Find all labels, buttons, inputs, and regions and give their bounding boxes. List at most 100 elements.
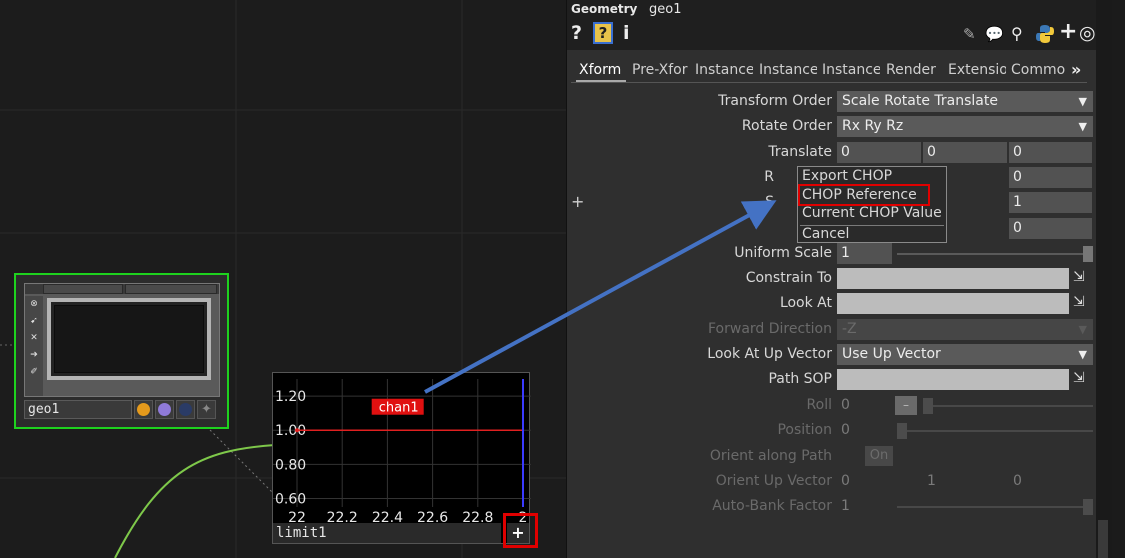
display-flag-icon[interactable] xyxy=(158,403,171,416)
param-transform-order: Transform Order Scale Rotate Translate ▼ xyxy=(567,91,1097,113)
param-forward-direction: Forward Direction -Z ▼ xyxy=(567,319,1097,341)
comment-icon[interactable]: 💬 xyxy=(985,25,1004,43)
pivot-z-field[interactable]: 0 xyxy=(1009,218,1093,239)
param-label: Look At xyxy=(779,295,832,311)
menu-value: Scale Rotate Translate xyxy=(842,93,998,109)
op-pick-icon[interactable]: ⇲ xyxy=(1073,269,1093,289)
roll-handle[interactable] xyxy=(923,398,933,414)
brush-icon[interactable]: ✐ xyxy=(25,364,43,381)
forward-direction-menu[interactable]: -Z ▼ xyxy=(837,319,1093,340)
x-tick-label: 22.2 xyxy=(327,510,358,523)
position-handle[interactable] xyxy=(897,423,907,439)
pin-icon[interactable]: ➹ xyxy=(25,313,43,330)
limit1-name[interactable]: limit1 xyxy=(273,523,501,543)
roll-field[interactable]: 0 xyxy=(837,395,877,416)
uniform-scale-slider[interactable] xyxy=(897,253,1093,255)
series-point xyxy=(295,428,299,433)
target-icon[interactable]: ◎ xyxy=(1079,22,1096,44)
parameter-panel: Geometry geo1 ? ? i ✎ 💬 ⚲ + ◎ Xform Pre-… xyxy=(566,0,1112,558)
param-orient-up-vector: Orient Up Vector 0 1 0 xyxy=(567,471,1097,493)
menu-item-export-chop[interactable]: Export CHOP xyxy=(802,168,892,184)
param-label: Look At Up Vector xyxy=(707,346,832,362)
transform-order-menu[interactable]: Scale Rotate Translate ▼ xyxy=(837,91,1093,112)
limit1-node[interactable]: 1.20 1.00 0.80 0.60 22 22.2 22.4 22.6 22.8 2 chan1… xyxy=(272,372,531,544)
tab-instance-2[interactable]: Instance xyxy=(759,58,817,82)
tab-xform[interactable]: Xform xyxy=(576,58,626,82)
menu-item-current-chop-value[interactable]: Current CHOP Value xyxy=(802,205,942,221)
op-pick-icon[interactable]: ⇲ xyxy=(1073,370,1093,390)
bucket-icon[interactable]: ⚲ xyxy=(1011,24,1023,43)
param-label: Translate xyxy=(768,144,832,160)
network-editor[interactable]: ⊗ ➹ ✕ ➔ ✐ geo1 ✦ 1.20 1.00 0.80 0.60 22 22.2 2… xyxy=(0,0,566,558)
x-icon[interactable]: ✕ xyxy=(25,330,43,347)
chevron-down-icon: ▼ xyxy=(1078,120,1087,133)
param-rotate-order: Rotate Order Rx Ry Rz ▼ xyxy=(567,116,1097,138)
rotate-z-field[interactable]: 0 xyxy=(1009,167,1093,188)
orient-up-z-field[interactable]: 0 xyxy=(1009,471,1093,492)
y-tick-label: 0.60 xyxy=(275,491,306,507)
tab-instance-3[interactable]: Instance xyxy=(822,58,880,82)
position-field[interactable]: 0 xyxy=(837,420,877,441)
auto-bank-field[interactable]: 1 xyxy=(837,496,877,517)
look-at-field[interactable] xyxy=(837,293,1069,314)
arrow-icon[interactable]: ➔ xyxy=(25,347,43,364)
path-sop-field[interactable] xyxy=(837,369,1069,390)
help-icon[interactable]: ? xyxy=(571,22,582,44)
plus-flag-icon[interactable]: ✦ xyxy=(197,400,216,419)
roll-minus-button[interactable]: – xyxy=(895,396,917,415)
translate-x-field[interactable]: 0 xyxy=(837,142,922,163)
tab-pre-xform[interactable]: Pre-Xfor xyxy=(632,58,690,82)
orient-along-path-toggle[interactable]: On xyxy=(865,446,893,466)
param-label: Orient along Path xyxy=(709,448,832,464)
orient-up-x-field[interactable]: 0 xyxy=(837,471,922,492)
uniform-scale-field[interactable]: 1 xyxy=(837,243,893,264)
tabs-more-icon[interactable]: » xyxy=(1071,58,1087,82)
geo1-node[interactable]: ⊗ ➹ ✕ ➔ ✐ geo1 ✦ xyxy=(14,273,229,429)
look-at-up-vector-menu[interactable]: Use Up Vector ▼ xyxy=(837,344,1093,365)
tab-instance-1[interactable]: Instance xyxy=(695,58,753,82)
x-tick-label: 22 xyxy=(288,510,306,523)
auto-bank-slider[interactable] xyxy=(897,506,1093,508)
auto-bank-handle[interactable] xyxy=(1083,499,1093,515)
constrain-to-field[interactable] xyxy=(837,268,1069,289)
op-pick-icon[interactable]: ⇲ xyxy=(1073,294,1093,314)
op-name-label[interactable]: geo1 xyxy=(649,2,681,17)
param-orient-along-path: Orient along Path On xyxy=(567,446,1097,468)
param-label: Forward Direction xyxy=(708,321,832,337)
geo1-name[interactable]: geo1 xyxy=(24,400,132,419)
roll-slider[interactable] xyxy=(923,405,1093,407)
tab-common[interactable]: Commo xyxy=(1011,58,1069,82)
panel-scrollbar[interactable] xyxy=(1096,0,1112,558)
uniform-scale-handle[interactable] xyxy=(1083,246,1093,262)
menu-value: Use Up Vector xyxy=(842,346,941,362)
param-label: Transform Order xyxy=(718,93,832,109)
param-label: Uniform Scale xyxy=(734,245,832,261)
scale-z-field[interactable]: 1 xyxy=(1009,192,1093,213)
info-icon[interactable]: i xyxy=(623,22,630,44)
rotate-order-menu[interactable]: Rx Ry Rz ▼ xyxy=(837,116,1093,137)
menu-item-cancel[interactable]: Cancel xyxy=(802,226,849,242)
op-help-icon[interactable]: ? xyxy=(593,22,613,44)
cook-flag-icon[interactable] xyxy=(137,403,150,416)
chevron-down-icon: ▼ xyxy=(1078,323,1087,336)
x-tick-label: 22.6 xyxy=(417,510,448,523)
geo1-preview xyxy=(47,298,211,380)
tab-render[interactable]: Render xyxy=(886,58,944,82)
orient-up-y-field[interactable]: 1 xyxy=(923,471,1008,492)
position-slider[interactable] xyxy=(897,430,1093,432)
scrollbar-thumb[interactable] xyxy=(1098,520,1108,558)
plus-icon[interactable]: + xyxy=(1059,19,1077,44)
target-icon[interactable]: ⊗ xyxy=(25,296,43,313)
pencil-icon[interactable]: ✎ xyxy=(963,25,976,43)
render-flag-icon[interactable] xyxy=(179,403,192,416)
param-look-at-up-vector: Look At Up Vector Use Up Vector ▼ xyxy=(567,344,1097,366)
chop-reference-highlight xyxy=(798,184,930,206)
param-constrain-to: Constrain To ⇲ xyxy=(567,268,1097,290)
python-icon[interactable] xyxy=(1035,24,1055,49)
param-path-sop: Path SOP ⇲ xyxy=(567,369,1097,391)
tab-underline xyxy=(571,82,1087,83)
tab-extensions[interactable]: Extensio xyxy=(948,58,1006,82)
translate-z-field[interactable]: 0 xyxy=(1009,142,1093,163)
param-uniform-scale: Uniform Scale 1 xyxy=(567,243,1097,265)
translate-y-field[interactable]: 0 xyxy=(923,142,1008,163)
